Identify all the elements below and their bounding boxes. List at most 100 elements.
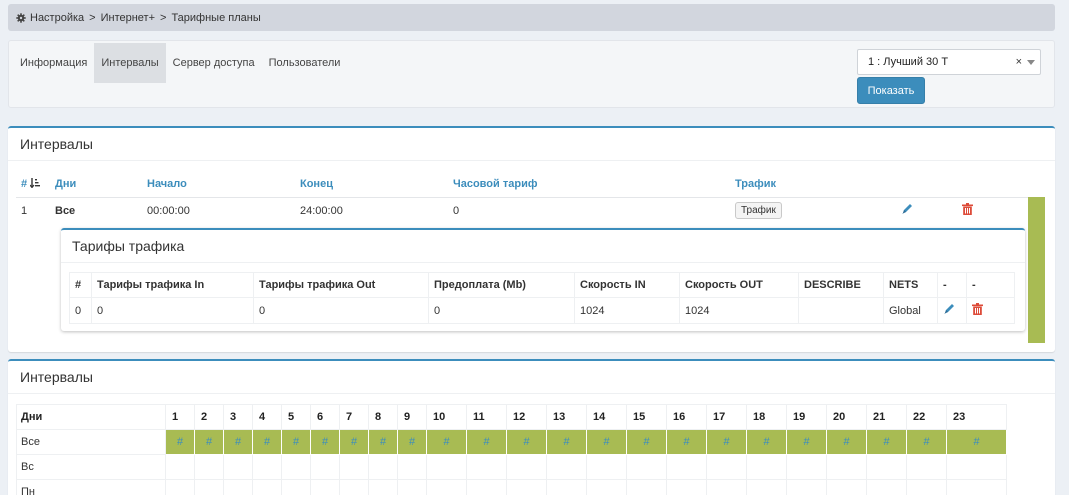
cell-traffic: Трафик xyxy=(730,197,896,224)
column-header-end[interactable]: Конец xyxy=(295,172,448,198)
schedule-cell[interactable]: # xyxy=(826,429,867,455)
schedule-cell[interactable]: # xyxy=(746,429,787,455)
schedule-cell[interactable]: # xyxy=(586,429,627,455)
schedule-cell[interactable] xyxy=(397,454,427,480)
tariff-select[interactable]: 1 : Лучший 30 Т × xyxy=(857,49,1041,75)
schedule-cell[interactable]: # xyxy=(906,429,947,455)
schedule-cell[interactable]: # xyxy=(165,429,195,455)
schedule-cell[interactable] xyxy=(368,479,398,495)
schedule-cell[interactable] xyxy=(746,479,787,495)
schedule-cell[interactable] xyxy=(946,479,1007,495)
schedule-cell[interactable] xyxy=(339,454,369,480)
clear-icon[interactable]: × xyxy=(1016,56,1022,68)
schedule-cell[interactable] xyxy=(506,454,547,480)
hour-header: 13 xyxy=(546,404,587,430)
show-button[interactable]: Показать xyxy=(857,77,925,104)
pencil-icon[interactable] xyxy=(901,203,913,215)
schedule-cell[interactable]: # xyxy=(397,429,427,455)
schedule-cell[interactable] xyxy=(368,454,398,480)
hour-header: 20 xyxy=(826,404,867,430)
schedule-cell[interactable] xyxy=(586,479,627,495)
breadcrumb-item-settings[interactable]: Настройка xyxy=(30,12,84,24)
schedule-row: Все # # # # # # # # # # # # # # # # # # # # # # # xyxy=(16,429,1007,455)
schedule-cell[interactable] xyxy=(310,479,340,495)
sort-icon[interactable] xyxy=(30,178,41,189)
schedule-cell[interactable] xyxy=(165,454,195,480)
tab-access-server[interactable]: Сервер доступа xyxy=(166,43,262,83)
schedule-cell[interactable]: # xyxy=(666,429,707,455)
tab-intervals[interactable]: Интервалы xyxy=(94,43,166,83)
column-header-days[interactable]: Дни xyxy=(50,172,142,198)
schedule-cell[interactable]: # xyxy=(946,429,1007,455)
schedule-cell[interactable] xyxy=(906,479,947,495)
schedule-cell[interactable]: # xyxy=(506,429,547,455)
schedule-cell[interactable]: # xyxy=(310,429,340,455)
schedule-cell[interactable] xyxy=(165,479,195,495)
schedule-cell[interactable] xyxy=(626,454,667,480)
schedule-cell[interactable] xyxy=(310,454,340,480)
schedule-cell[interactable] xyxy=(466,454,507,480)
column-header-number[interactable]: # xyxy=(16,172,50,198)
trash-icon[interactable] xyxy=(962,203,973,216)
column-header-traffic-out: Тарифы трафика Out xyxy=(253,272,429,298)
schedule-cell[interactable] xyxy=(546,454,587,480)
schedule-cell[interactable]: # xyxy=(466,429,507,455)
cell-start: 00:00:00 xyxy=(147,204,190,217)
schedule-cell[interactable] xyxy=(826,479,867,495)
schedule-cell[interactable] xyxy=(706,454,747,480)
schedule-cell[interactable] xyxy=(866,479,907,495)
schedule-cell[interactable] xyxy=(281,454,311,480)
schedule-cell[interactable]: # xyxy=(194,429,224,455)
schedule-cell[interactable] xyxy=(826,454,867,480)
hour-header: 7 xyxy=(339,404,369,430)
schedule-cell[interactable] xyxy=(866,454,907,480)
schedule-cell[interactable] xyxy=(586,454,627,480)
traffic-button[interactable]: Трафик xyxy=(735,202,782,220)
schedule-cell[interactable]: # xyxy=(706,429,747,455)
schedule-cell[interactable] xyxy=(466,479,507,495)
table-header-row: # Дни Начало Конец Часовой тариф Трафик xyxy=(16,172,1045,198)
schedule-cell[interactable] xyxy=(666,479,707,495)
schedule-cell[interactable] xyxy=(426,479,467,495)
schedule-cell[interactable] xyxy=(281,479,311,495)
column-header-traffic[interactable]: Трафик xyxy=(730,172,896,198)
schedule-cell[interactable] xyxy=(339,479,369,495)
schedule-cell[interactable] xyxy=(223,479,253,495)
schedule-cell[interactable] xyxy=(506,479,547,495)
tab-users[interactable]: Пользователи xyxy=(262,43,348,83)
pencil-icon[interactable] xyxy=(943,303,955,315)
schedule-cell[interactable]: # xyxy=(626,429,667,455)
schedule-cell[interactable] xyxy=(786,479,827,495)
schedule-cell[interactable] xyxy=(397,479,427,495)
schedule-cell[interactable]: # xyxy=(426,429,467,455)
schedule-cell[interactable]: # xyxy=(339,429,369,455)
schedule-cell[interactable] xyxy=(223,454,253,480)
breadcrumb-item-internet[interactable]: Интернет+ xyxy=(101,12,155,24)
schedule-cell[interactable] xyxy=(906,454,947,480)
schedule-cell[interactable] xyxy=(426,454,467,480)
schedule-cell[interactable]: # xyxy=(368,429,398,455)
schedule-cell[interactable] xyxy=(546,479,587,495)
schedule-cell[interactable] xyxy=(194,479,224,495)
schedule-cell[interactable] xyxy=(626,479,667,495)
schedule-cell[interactable]: # xyxy=(223,429,253,455)
schedule-cell[interactable]: # xyxy=(546,429,587,455)
tab-information[interactable]: Информация xyxy=(13,43,94,83)
schedule-cell[interactable] xyxy=(666,454,707,480)
gear-icon xyxy=(16,12,26,23)
column-header-hour-tariff[interactable]: Часовой тариф xyxy=(448,172,730,198)
chevron-down-icon[interactable] xyxy=(1027,60,1035,65)
schedule-cell[interactable] xyxy=(946,454,1007,480)
schedule-cell[interactable] xyxy=(786,454,827,480)
schedule-cell[interactable] xyxy=(706,479,747,495)
schedule-cell[interactable] xyxy=(252,454,282,480)
schedule-cell[interactable] xyxy=(746,454,787,480)
schedule-cell[interactable]: # xyxy=(252,429,282,455)
schedule-cell[interactable]: # xyxy=(866,429,907,455)
schedule-cell[interactable]: # xyxy=(281,429,311,455)
schedule-cell[interactable]: # xyxy=(786,429,827,455)
schedule-cell[interactable] xyxy=(194,454,224,480)
trash-icon[interactable] xyxy=(972,303,983,315)
column-header-start[interactable]: Начало xyxy=(142,172,295,198)
schedule-cell[interactable] xyxy=(252,479,282,495)
